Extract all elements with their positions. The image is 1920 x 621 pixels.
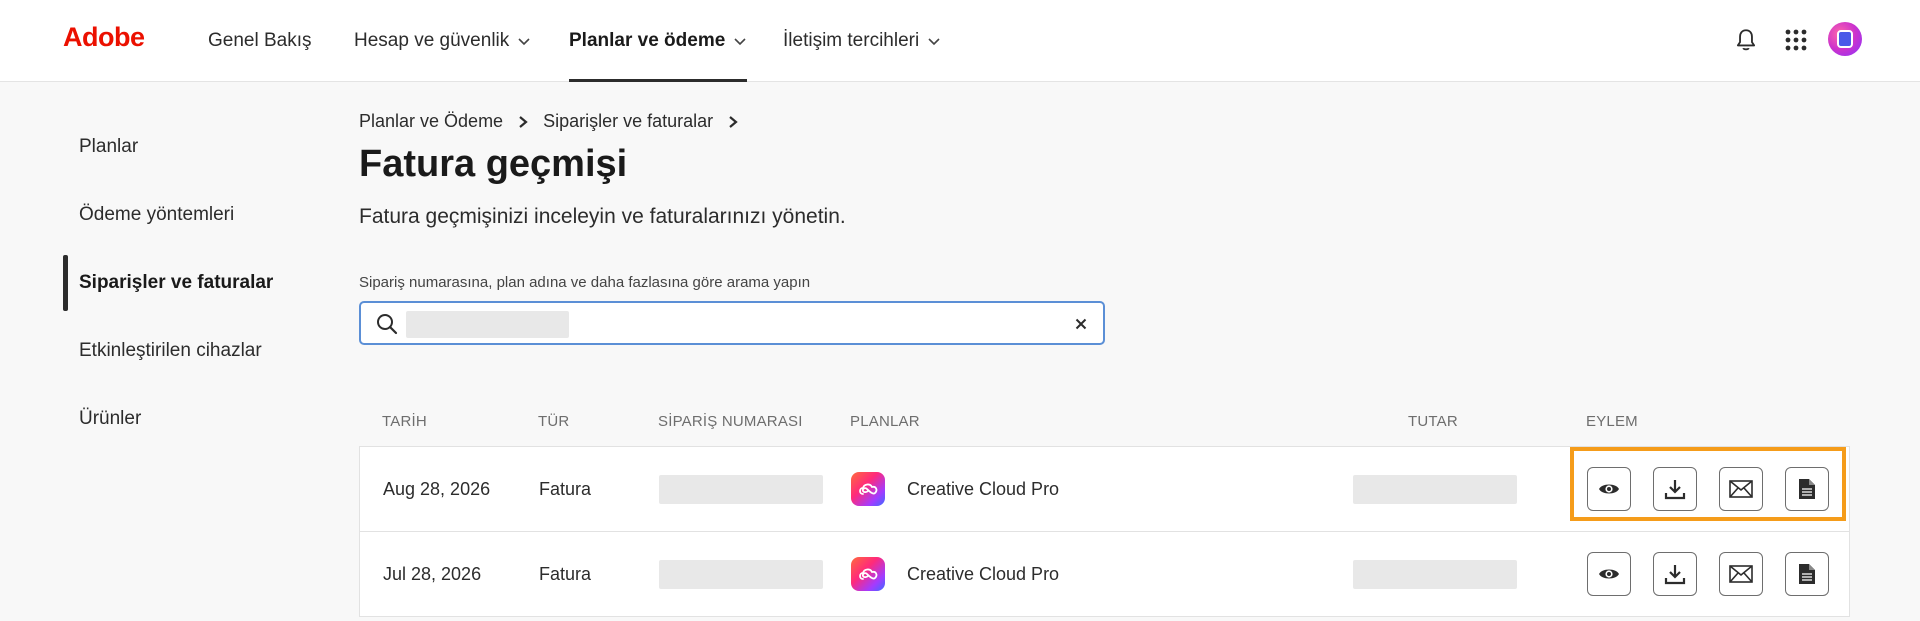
nav-hesap-ve-guvenlik[interactable]: Hesap ve güvenlik [354, 0, 531, 82]
download-icon [1664, 480, 1686, 500]
bell-icon [1736, 29, 1756, 51]
column-header-action: EYLEM [1586, 413, 1638, 430]
email-icon [1729, 565, 1753, 583]
row-type: Fatura [539, 478, 592, 499]
redacted-amount [1353, 475, 1517, 504]
breadcrumb-item-siparisler-ve-faturalar[interactable]: Siparişler ve faturalar [543, 111, 713, 132]
column-header-plans: PLANLAR [850, 413, 920, 430]
app-grid-icon [1785, 29, 1807, 51]
redacted-order-number [659, 560, 823, 589]
view-invoice-button[interactable] [1587, 467, 1631, 511]
breadcrumb: Planlar ve Ödeme Siparişler ve faturalar [359, 111, 753, 132]
page-description: Fatura geçmişinizi inceleyin ve faturala… [359, 205, 846, 228]
redacted-order-number [659, 475, 823, 504]
sidebar-item-siparisler-ve-faturalar[interactable]: Siparişler ve faturalar [79, 272, 273, 294]
nav-genel-bakis[interactable]: Genel Bakış [208, 0, 312, 82]
app-switcher-button[interactable] [1778, 22, 1814, 58]
avatar[interactable] [1828, 22, 1862, 56]
invoice-document-button[interactable] [1785, 552, 1829, 596]
row-plan: Creative Cloud Pro [851, 532, 1059, 616]
top-nav: Adobe Genel Bakış Hesap ve güvenlik Plan… [0, 0, 1920, 82]
eye-icon [1599, 484, 1619, 494]
row-date: Jul 28, 2026 [383, 563, 482, 584]
nav-label: Hesap ve güvenlik [354, 30, 510, 51]
document-icon [1799, 564, 1815, 584]
search-field [359, 301, 1105, 345]
download-invoice-button[interactable] [1653, 552, 1697, 596]
column-header-type: TÜR [538, 413, 570, 430]
eye-icon [1599, 569, 1619, 579]
download-invoice-button[interactable] [1653, 467, 1697, 511]
search-icon [377, 314, 398, 335]
email-icon [1729, 480, 1753, 498]
row-plan: Creative Cloud Pro [851, 447, 1059, 531]
document-icon [1799, 479, 1815, 499]
clear-search-button[interactable] [1071, 314, 1091, 334]
creative-cloud-icon [851, 557, 885, 591]
download-icon [1664, 565, 1686, 585]
notifications-button[interactable] [1728, 22, 1764, 58]
nav-label: Planlar ve ödeme [569, 30, 726, 51]
sidebar-item-odeme-yontemleri[interactable]: Ödeme yöntemleri [79, 204, 234, 226]
chevron-right-icon [517, 115, 529, 129]
nav-label: İletişim tercihleri [783, 30, 920, 51]
column-header-date: TARİH [382, 413, 427, 430]
view-invoice-button[interactable] [1587, 552, 1631, 596]
search-label: Sipariş numarasına, plan adına ve daha f… [359, 274, 811, 291]
plan-name: Creative Cloud Pro [907, 478, 1060, 499]
row-date: Aug 28, 2026 [383, 478, 491, 499]
page-title: Fatura geçmişi [359, 143, 628, 185]
invoice-document-button[interactable] [1785, 467, 1829, 511]
sidebar-active-indicator [63, 255, 68, 311]
redacted-amount [1353, 560, 1517, 589]
nav-iletisim-tercihleri[interactable]: İletişim tercihleri [783, 0, 941, 82]
table-row: Aug 28, 2026 Fatura Creative Cloud Pro [359, 446, 1850, 532]
chevron-right-icon [727, 115, 739, 129]
row-type: Fatura [539, 563, 592, 584]
column-header-order-number: SİPARİŞ NUMARASI [658, 413, 803, 430]
chevron-down-icon [518, 38, 530, 46]
chevron-down-icon [734, 38, 746, 46]
sidebar-item-planlar[interactable]: Planlar [79, 136, 138, 158]
nav-label: Genel Bakış [208, 30, 312, 51]
breadcrumb-item-planlar-ve-odeme[interactable]: Planlar ve Ödeme [359, 111, 503, 132]
chevron-down-icon [928, 38, 940, 46]
column-header-amount: TUTAR [1408, 413, 1458, 430]
email-invoice-button[interactable] [1719, 467, 1763, 511]
email-invoice-button[interactable] [1719, 552, 1763, 596]
table-row: Jul 28, 2026 Fatura Creative Cloud Pro [359, 531, 1850, 617]
avatar-image [1837, 30, 1853, 48]
sidebar-item-urunler[interactable]: Ürünler [79, 408, 141, 430]
search-input[interactable] [406, 309, 1036, 339]
nav-planlar-ve-odeme[interactable]: Planlar ve ödeme [569, 0, 748, 82]
plan-name: Creative Cloud Pro [907, 563, 1060, 584]
creative-cloud-icon [851, 472, 885, 506]
close-icon [1075, 318, 1087, 330]
sidebar-item-etkinlestirilen-cihazlar[interactable]: Etkinleştirilen cihazlar [79, 340, 262, 362]
adobe-logo[interactable]: Adobe [63, 22, 145, 53]
